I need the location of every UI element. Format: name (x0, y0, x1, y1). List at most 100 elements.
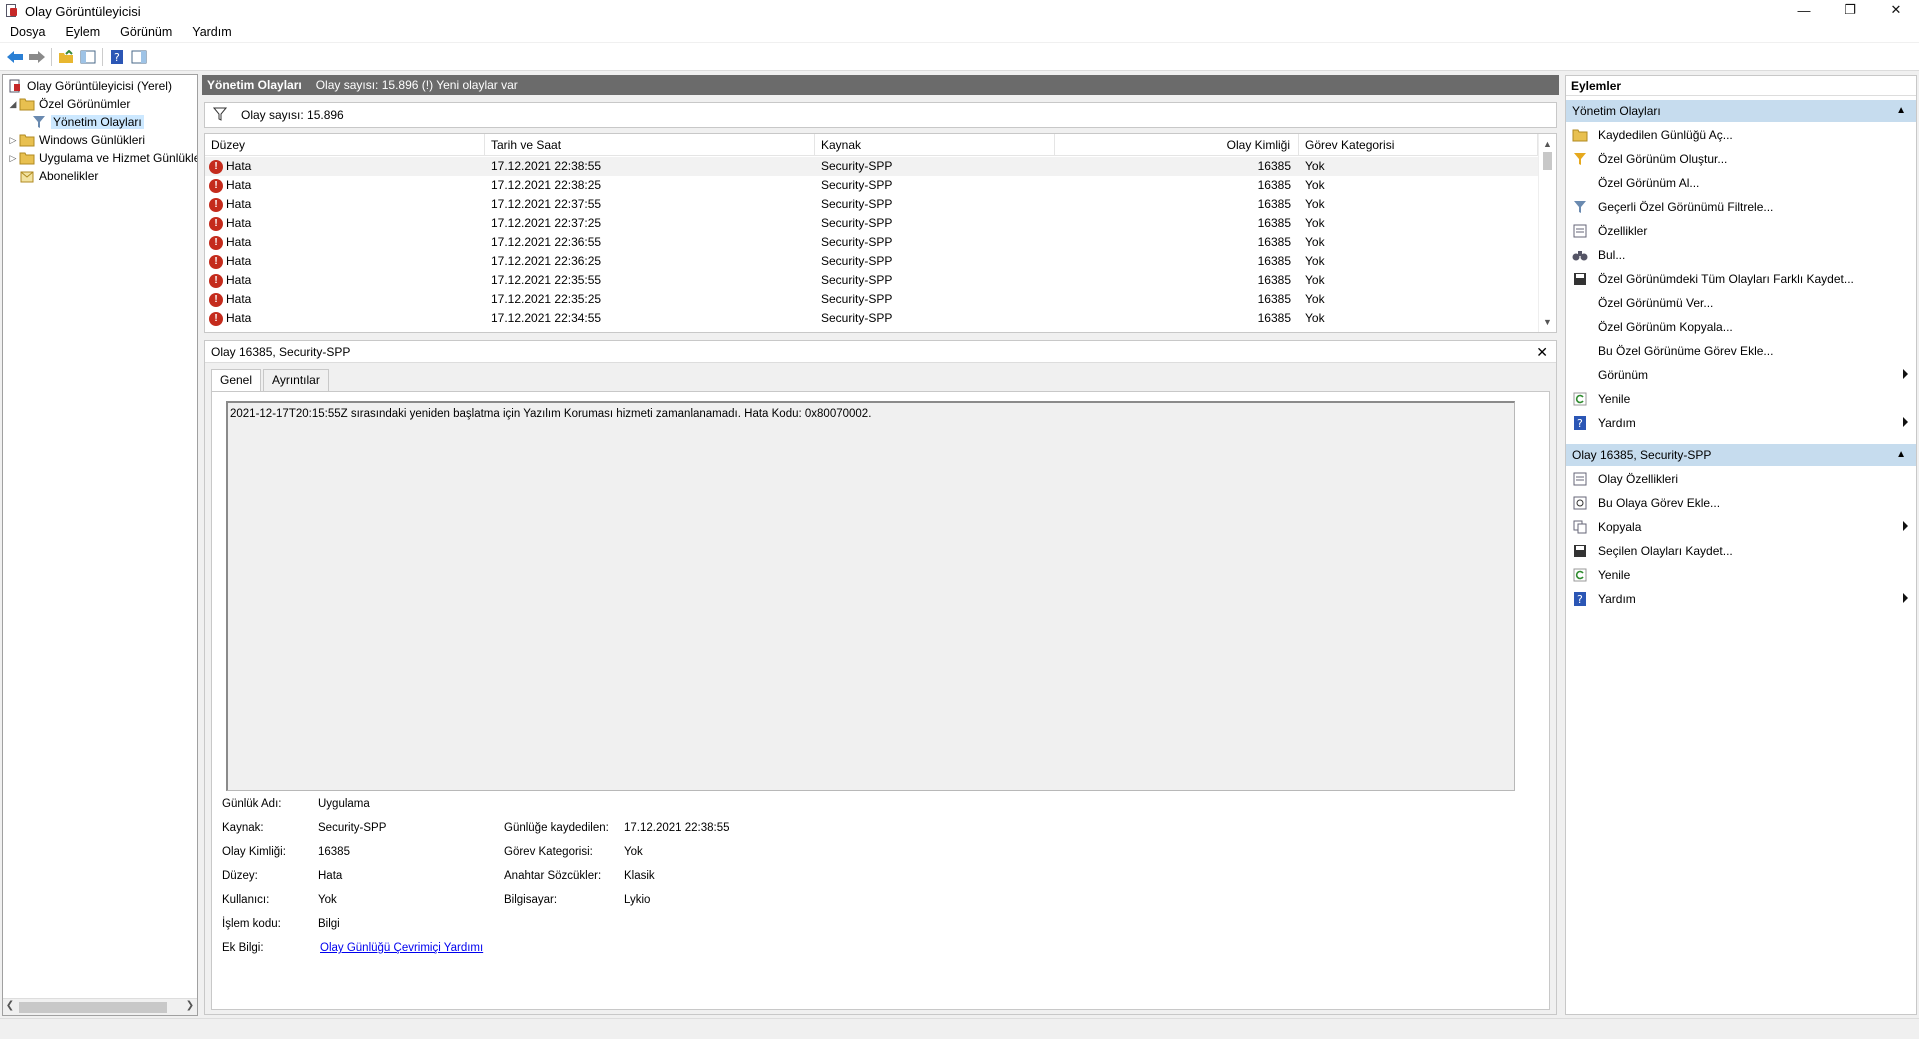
show-hide-action-pane-icon[interactable] (128, 46, 150, 68)
action-label: Özel Görünüm Al... (1598, 176, 1700, 190)
scroll-left-icon[interactable]: ❮ (3, 1000, 17, 1011)
action-create-custom-view[interactable]: Özel Görünüm Oluştur... (1566, 147, 1916, 171)
view-info: Olay sayısı: 15.896 (!) Yeni olaylar var (315, 78, 518, 92)
error-icon: ! (209, 292, 223, 307)
menu-file[interactable]: Dosya (0, 25, 55, 39)
close-icon[interactable]: ✕ (1536, 341, 1548, 363)
more-info-label: Ek Bilgi: (222, 942, 264, 954)
action-label: Seçilen Olayları Kaydet... (1598, 544, 1733, 558)
tab-general[interactable]: Genel (211, 369, 262, 392)
column-header-level[interactable]: Düzey (205, 134, 485, 156)
properties-icon (1572, 223, 1588, 239)
action-import-custom-view[interactable]: Özel Görünüm Al... (1566, 171, 1916, 195)
action-save-all-events[interactable]: Özel Görünümdeki Tüm Olayları Farklı Kay… (1566, 267, 1916, 291)
action-help[interactable]: ? Yardım (1566, 411, 1916, 435)
scroll-down-icon[interactable]: ▼ (1539, 314, 1556, 330)
tree-item-administrative-events[interactable]: Yönetim Olayları (31, 113, 144, 131)
cell-task-category: Yok (1305, 273, 1325, 287)
filter-icon[interactable] (212, 107, 228, 124)
tree-horizontal-scrollbar[interactable]: ❮ ❯ (3, 998, 197, 1015)
action-attach-task-event[interactable]: Bu Olaya Görev Ekle... (1566, 491, 1916, 515)
collapse-arrow-icon[interactable]: ◢ (7, 99, 19, 110)
action-view[interactable]: Görünüm (1566, 363, 1916, 387)
cell-task-category: Yok (1305, 216, 1325, 230)
back-icon[interactable] (4, 46, 26, 68)
collapse-section-icon[interactable]: ▲ (1896, 444, 1906, 466)
event-message[interactable]: 2021-12-17T20:15:55Z sırasındaki yeniden… (226, 401, 1515, 791)
action-refresh-event[interactable]: Yenile (1566, 563, 1916, 587)
tree-item-label: Olay Görüntüleyicisi (Yerel) (27, 79, 172, 93)
menu-help[interactable]: Yardım (182, 25, 241, 39)
table-row[interactable]: ! Hata 17.12.2021 22:38:55 Security-SPP 1638… (205, 157, 1538, 176)
action-attach-task-view[interactable]: Bu Özel Görünüme Görev Ekle... (1566, 339, 1916, 363)
scrollbar-thumb[interactable] (19, 1002, 167, 1013)
minimize-button[interactable]: — (1781, 0, 1827, 20)
column-header-source[interactable]: Kaynak (815, 134, 1055, 156)
action-open-saved-log[interactable]: Kaydedilen Günlüğü Aç... (1566, 123, 1916, 147)
table-row[interactable]: ! Hata 17.12.2021 22:34:55 Security-SPP 1638… (205, 309, 1538, 328)
action-help-event[interactable]: ? Yardım (1566, 587, 1916, 611)
table-row[interactable]: ! Hata 17.12.2021 22:37:55 Security-SPP 1638… (205, 195, 1538, 214)
help-icon[interactable]: ? (106, 46, 128, 68)
action-copy[interactable]: Kopyala (1566, 515, 1916, 539)
action-properties[interactable]: Özellikler (1566, 219, 1916, 243)
expand-arrow-icon[interactable]: ▷ (7, 135, 19, 146)
status-bar (0, 1018, 1919, 1039)
menu-action[interactable]: Eylem (55, 25, 110, 39)
tree-item-app-service-logs[interactable]: ▷ Uygulama ve Hizmet Günlükleri (7, 149, 197, 167)
folder-up-icon[interactable] (55, 46, 77, 68)
cell-level: ! Hata (205, 176, 485, 195)
tab-details[interactable]: Ayrıntılar (263, 369, 329, 391)
show-hide-tree-icon[interactable] (77, 46, 99, 68)
scroll-up-icon[interactable]: ▲ (1539, 136, 1556, 152)
actions-section-admin-events[interactable]: Yönetim Olayları ▲ (1566, 100, 1916, 122)
level-text: Hata (226, 159, 252, 173)
tree-item-subscriptions[interactable]: Abonelikler (19, 167, 98, 185)
tree-item-event-viewer-local[interactable]: Olay Görüntüleyicisi (Yerel) (7, 77, 172, 95)
action-export-custom-view[interactable]: Özel Görünümü Ver... (1566, 291, 1916, 315)
action-save-selected-events[interactable]: Seçilen Olayları Kaydet... (1566, 539, 1916, 563)
actions-section-event[interactable]: Olay 16385, Security-SPP ▲ (1566, 444, 1916, 466)
error-icon: ! (209, 216, 223, 231)
cell-level: ! Hata (205, 233, 485, 252)
action-event-properties[interactable]: Olay Özellikleri (1566, 467, 1916, 491)
column-header-task-category[interactable]: Görev Kategorisi (1299, 134, 1538, 156)
action-filter-current-view[interactable]: Geçerli Özel Görünümü Filtrele... (1566, 195, 1916, 219)
folder-icon (19, 150, 35, 166)
tree-item-custom-views[interactable]: ◢ Özel Görünümler (7, 95, 131, 113)
action-refresh[interactable]: Yenile (1566, 387, 1916, 411)
general-tab-content: 2021-12-17T20:15:55Z sırasındaki yeniden… (211, 391, 1550, 1010)
column-header-datetime[interactable]: Tarih ve Saat (485, 134, 815, 156)
level-text: Hata (226, 273, 252, 287)
scrollbar-thumb[interactable] (1543, 152, 1552, 170)
filter-icon (1572, 199, 1588, 215)
menu-view[interactable]: Görünüm (110, 25, 182, 39)
cell-source: Security-SPP (821, 178, 893, 192)
action-find[interactable]: Bul... (1566, 243, 1916, 267)
collapse-section-icon[interactable]: ▲ (1896, 100, 1906, 122)
online-help-link[interactable]: Olay Günlüğü Çevrimiçi Yardımı (320, 942, 483, 954)
level-text: Hata (226, 235, 252, 249)
svg-text:?: ? (1577, 593, 1583, 606)
action-copy-custom-view[interactable]: Özel Görünüm Kopyala... (1566, 315, 1916, 339)
expand-arrow-icon[interactable]: ▷ (7, 153, 19, 164)
column-header-event-id[interactable]: Olay Kimliği (1055, 134, 1299, 156)
event-count: Olay sayısı: 15.896 (241, 108, 344, 122)
tree-item-label: Yönetim Olayları (51, 115, 144, 129)
table-vertical-scrollbar[interactable]: ▲ ▼ (1538, 134, 1556, 332)
cell-source: Security-SPP (821, 311, 893, 325)
forward-icon[interactable] (26, 46, 48, 68)
table-row[interactable]: ! Hata 17.12.2021 22:35:25 Security-SPP 1638… (205, 290, 1538, 309)
scroll-right-icon[interactable]: ❯ (183, 1000, 197, 1011)
event-detail-panel: Olay 16385, Security-SPP ✕ Genel Ayrıntı… (204, 340, 1557, 1015)
table-row[interactable]: ! Hata 17.12.2021 22:37:25 Security-SPP 1638… (205, 214, 1538, 233)
table-header: Düzey Tarih ve Saat Kaynak Olay Kimliği … (205, 134, 1538, 156)
tree-item-windows-logs[interactable]: ▷ Windows Günlükleri (7, 131, 146, 149)
close-button[interactable]: ✕ (1873, 0, 1919, 20)
table-row[interactable]: ! Hata 17.12.2021 22:38:25 Security-SPP 1638… (205, 176, 1538, 195)
restore-button[interactable]: ❐ (1827, 0, 1873, 20)
table-row[interactable]: ! Hata 17.12.2021 22:36:55 Security-SPP 1638… (205, 233, 1538, 252)
table-row[interactable]: ! Hata 17.12.2021 22:35:55 Security-SPP 1638… (205, 271, 1538, 290)
events-table: Düzey Tarih ve Saat Kaynak Olay Kimliği … (204, 133, 1557, 333)
table-row[interactable]: ! Hata 17.12.2021 22:36:25 Security-SPP 1638… (205, 252, 1538, 271)
